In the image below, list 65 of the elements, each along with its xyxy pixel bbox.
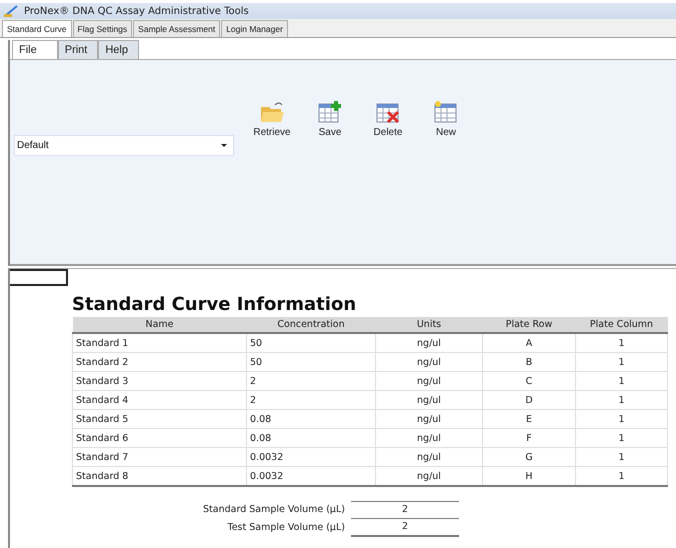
ribbon-button[interactable]: Retrieve bbox=[244, 100, 300, 138]
table-cell: Standard 3 bbox=[72, 372, 246, 390]
table-cell: 1 bbox=[576, 372, 668, 390]
field-label: Test Sample Volume (µL) bbox=[226, 520, 346, 534]
tab[interactable]: Flag Settings bbox=[72, 20, 132, 37]
report-title: Standard Curve Information bbox=[72, 294, 358, 315]
value-field[interactable]: 2 bbox=[350, 518, 459, 537]
table-cell: ng/ul bbox=[376, 428, 482, 448]
empty-box bbox=[10, 269, 68, 286]
table-cell: Standard 5 bbox=[72, 410, 246, 428]
table-cell: 50 bbox=[246, 333, 376, 352]
ribbon-tab[interactable]: File bbox=[12, 40, 58, 59]
ribbon-button[interactable]: New bbox=[418, 100, 474, 138]
table-cell: ng/ul bbox=[376, 372, 482, 390]
table-cell: 0.08 bbox=[246, 410, 376, 428]
table-cell: C bbox=[482, 372, 576, 390]
table-star-icon bbox=[433, 100, 459, 124]
column-header: Plate Column bbox=[576, 317, 668, 333]
ribbon-tab[interactable]: Print bbox=[58, 40, 98, 59]
tab[interactable]: Standard Curve bbox=[2, 20, 72, 37]
column-header: Units bbox=[376, 317, 482, 333]
table-cell: Standard 6 bbox=[72, 428, 246, 448]
table-cell: 1 bbox=[576, 352, 668, 372]
column-header: Name bbox=[72, 317, 246, 333]
table-cell: 1 bbox=[576, 390, 668, 410]
caret-icon bbox=[221, 144, 227, 147]
table-cell: ng/ul bbox=[376, 448, 482, 466]
ribbon-button[interactable]: Delete bbox=[360, 100, 416, 138]
ribbon-tab[interactable]: Help bbox=[98, 40, 139, 59]
table-cell: 0.08 bbox=[246, 428, 376, 448]
table-cell: 2 bbox=[246, 372, 376, 390]
table-cell: B bbox=[482, 352, 576, 372]
table-cell: ng/ul bbox=[376, 390, 482, 410]
column-header: Plate Row bbox=[482, 317, 576, 333]
table-cell: F bbox=[482, 428, 576, 448]
table-cell: 2 bbox=[246, 390, 376, 410]
table-cell: Standard 2 bbox=[72, 352, 246, 372]
app-icon bbox=[4, 5, 18, 17]
table-cell: ng/ul bbox=[376, 352, 482, 372]
window-title: ProNex® DNA QC Assay Administrative Tools bbox=[24, 6, 249, 16]
table-cell: 1 bbox=[576, 333, 668, 352]
table-cell: 50 bbox=[246, 352, 376, 372]
table-cell: 1 bbox=[576, 410, 668, 428]
table-cell: D bbox=[482, 390, 576, 410]
table-cell: ng/ul bbox=[376, 333, 482, 352]
table-cell: A bbox=[482, 333, 576, 352]
profile-dropdown[interactable]: Default bbox=[14, 135, 234, 156]
tab[interactable]: Sample Assessment bbox=[133, 20, 220, 37]
table-cell: 0.0032 bbox=[246, 448, 376, 466]
value-field[interactable]: 2 bbox=[350, 501, 459, 518]
ribbon-button[interactable]: Save bbox=[302, 100, 358, 138]
table-plus-icon bbox=[317, 100, 343, 124]
table-cell: Standard 8 bbox=[72, 466, 246, 486]
table-cell: E bbox=[482, 410, 576, 428]
table-cell: ng/ul bbox=[376, 410, 482, 428]
folder-icon bbox=[259, 100, 285, 124]
column-header: Concentration bbox=[246, 317, 376, 333]
field-label: Standard Sample Volume (µL) bbox=[203, 502, 346, 516]
table-cell: Standard 1 bbox=[72, 333, 246, 352]
table-cell: 1 bbox=[576, 448, 668, 466]
table-cell: 1 bbox=[576, 428, 668, 448]
table-cell: Standard 4 bbox=[72, 390, 246, 410]
table-cell: Standard 7 bbox=[72, 448, 246, 466]
tab[interactable]: Login Manager bbox=[221, 20, 288, 37]
table-cell: G bbox=[482, 448, 576, 466]
